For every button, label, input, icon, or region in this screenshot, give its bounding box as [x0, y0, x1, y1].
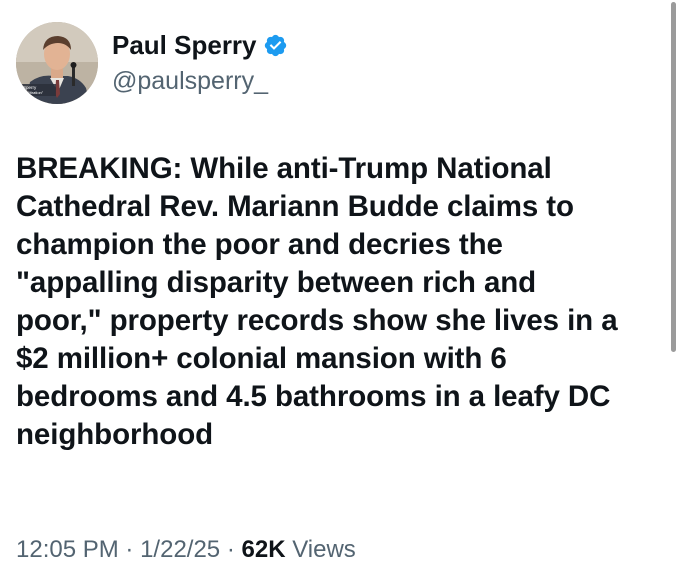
tweet-text-line: bedrooms and 4.5 bathrooms in a leafy DC	[16, 380, 611, 413]
author-handle[interactable]: @paulsperry_	[112, 64, 288, 98]
tweet-text-line: neighborhood	[16, 418, 214, 451]
tweet-text-line: "appalling disparity between rich and	[16, 266, 537, 299]
views-label[interactable]: Views	[292, 536, 356, 563]
meta-separator: ·	[125, 536, 134, 563]
tweet-text: BREAKING: While anti-Trump National Cath…	[16, 150, 666, 454]
views-count[interactable]: 62K	[242, 536, 286, 563]
tweet-text-line: champion the poor and decries the	[16, 228, 503, 261]
tweet-header: Sperry "Infiltration" Paul Sperry @pauls…	[16, 22, 288, 104]
tweet-text-line: poor," property records show she lives i…	[16, 304, 618, 337]
display-name-row: Paul Sperry	[112, 28, 288, 62]
tweet-text-line: $2 million+ colonial mansion with 6	[16, 342, 507, 375]
verified-badge-icon[interactable]	[263, 33, 288, 58]
tweet-card: Sperry "Infiltration" Paul Sperry @pauls…	[0, 0, 680, 584]
scrollbar[interactable]	[671, 2, 676, 352]
avatar[interactable]: Sperry "Infiltration"	[16, 22, 98, 104]
tweet-text-line: Cathedral Rev. Mariann Budde claims to	[16, 190, 574, 223]
tweet-text-line: BREAKING: While anti-Trump National	[16, 152, 552, 185]
tweet-time[interactable]: 12:05 PM	[16, 536, 119, 563]
author-names: Paul Sperry @paulsperry_	[112, 28, 288, 98]
avatar-caption-2: "Infiltration"	[23, 90, 44, 95]
tweet-meta: 12:05 PM · 1/22/25 · 62K Views	[16, 534, 356, 566]
avatar-photo: Sperry "Infiltration"	[16, 22, 98, 104]
meta-separator: ·	[226, 536, 235, 563]
display-name[interactable]: Paul Sperry	[112, 28, 257, 62]
tweet-date[interactable]: 1/22/25	[140, 536, 220, 563]
